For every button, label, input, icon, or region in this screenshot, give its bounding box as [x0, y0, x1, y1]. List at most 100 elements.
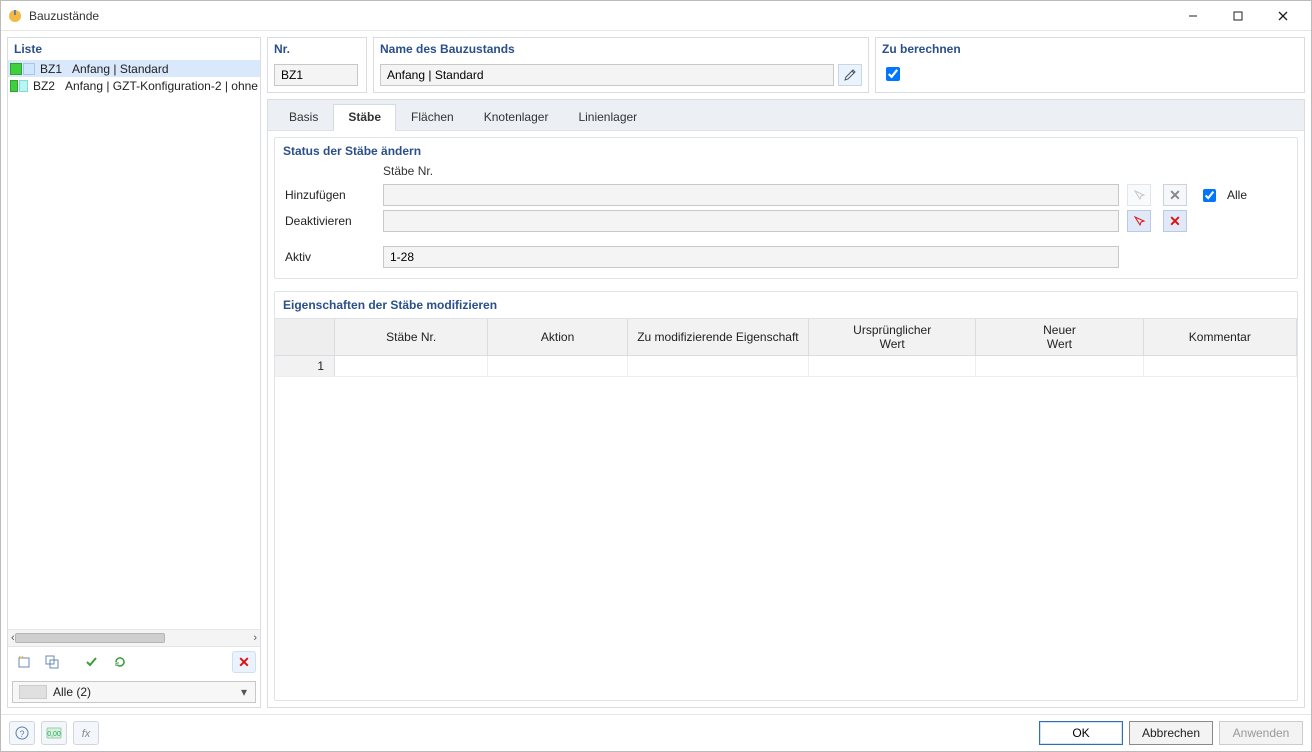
footer-tools: ? 0,00 fx	[9, 721, 99, 745]
name-label: Name des Bauzustands	[374, 38, 868, 60]
formula-icon: fx	[79, 726, 93, 740]
status-col-header: Stäbe Nr.	[383, 164, 1119, 180]
add-row-label: Hinzufügen	[285, 188, 375, 202]
cell-comment[interactable]	[1144, 356, 1297, 376]
table-body[interactable]: 1	[275, 356, 1297, 700]
x-icon: ✕	[1169, 214, 1181, 228]
item-name: Anfang | GZT-Konfiguration-2 | ohne	[65, 79, 258, 93]
tab-staebe[interactable]: Stäbe	[333, 104, 396, 131]
tab-basis[interactable]: Basis	[274, 104, 333, 130]
svg-text:fx: fx	[82, 728, 91, 740]
check-all-button[interactable]	[80, 651, 104, 673]
table-row[interactable]: 1	[275, 356, 1297, 377]
filter-swatch-icon	[19, 685, 47, 699]
active-members-display	[383, 246, 1119, 268]
list-toolbar: ✕	[8, 646, 260, 677]
app-icon	[7, 8, 23, 24]
item-id: BZ1	[40, 62, 68, 76]
pick-add-button[interactable]	[1127, 184, 1151, 206]
cell-new[interactable]	[976, 356, 1143, 376]
col-new: NeuerWert	[976, 319, 1143, 355]
modify-section-title: Eigenschaften der Stäbe modifizieren	[275, 292, 1297, 318]
alle-checkbox[interactable]	[1203, 189, 1216, 202]
formula-button[interactable]: fx	[73, 721, 99, 745]
right-column: Nr. Name des Bauzustands Zu berec	[267, 37, 1305, 708]
cancel-button[interactable]: Abbrechen	[1129, 721, 1213, 745]
name-panel: Name des Bauzustands	[373, 37, 869, 93]
col-original: UrsprünglicherWert	[809, 319, 976, 355]
add-members-input[interactable]	[383, 184, 1119, 206]
scroll-thumb[interactable]	[15, 633, 165, 643]
close-button[interactable]	[1260, 1, 1305, 31]
col-members: Stäbe Nr.	[335, 319, 488, 355]
cell-original[interactable]	[809, 356, 976, 376]
maximize-button[interactable]	[1215, 1, 1260, 31]
apply-button[interactable]: Anwenden	[1219, 721, 1303, 745]
deactivate-row-label: Deaktivieren	[285, 214, 375, 228]
delete-button[interactable]: ✕	[232, 651, 256, 673]
clear-add-button[interactable]: ✕	[1163, 184, 1187, 206]
horizontal-scrollbar[interactable]: ‹ ›	[8, 629, 260, 646]
footer-buttons: OK Abbrechen Anwenden	[1039, 721, 1303, 745]
pick-deactivate-button[interactable]	[1127, 210, 1151, 232]
dialog-footer: ? 0,00 fx OK Abbrechen Anwenden	[1, 714, 1311, 751]
calc-checkbox-input[interactable]	[886, 67, 900, 81]
list-panel: Liste BZ1 Anfang | Standard BZ2 Anfang |…	[7, 37, 261, 708]
dialog-window: Bauzustände Liste BZ1 Anfang | Standard	[0, 0, 1312, 752]
edit-name-button[interactable]	[838, 64, 862, 86]
filter-dropdown[interactable]: Alle (2) ▾	[12, 681, 256, 703]
cell-action[interactable]	[488, 356, 627, 376]
tab-linienlager[interactable]: Linienlager	[563, 104, 652, 130]
edit-icon	[843, 68, 857, 82]
copy-button[interactable]	[40, 651, 64, 673]
name-input[interactable]	[380, 64, 834, 86]
col-property: Zu modifizierende Eigenschaft	[628, 319, 809, 355]
ok-button[interactable]: OK	[1039, 721, 1123, 745]
color-swatch-icon	[23, 63, 35, 75]
calc-label: Zu berechnen	[876, 38, 1304, 60]
list-item[interactable]: BZ1 Anfang | Standard	[8, 60, 260, 77]
svg-text:?: ?	[19, 729, 24, 739]
left-column: Liste BZ1 Anfang | Standard BZ2 Anfang |…	[7, 37, 261, 708]
color-swatch-icon	[19, 80, 27, 92]
cell-property[interactable]	[628, 356, 809, 376]
nr-label: Nr.	[268, 38, 366, 60]
new-button[interactable]	[12, 651, 36, 673]
status-section-title: Status der Stäbe ändern	[275, 138, 1297, 164]
chevron-down-icon: ▾	[233, 685, 255, 699]
help-icon: ?	[15, 726, 29, 740]
tab-flaechen[interactable]: Flächen	[396, 104, 469, 130]
status-grid: Stäbe Nr. Hinzufügen ✕ Alle Deaktivieren	[275, 164, 1297, 278]
tab-knotenlager[interactable]: Knotenlager	[469, 104, 564, 130]
content-area: Liste BZ1 Anfang | Standard BZ2 Anfang |…	[1, 31, 1311, 714]
minimize-button[interactable]	[1170, 1, 1215, 31]
scroll-right-icon[interactable]: ›	[253, 632, 257, 644]
help-button[interactable]: ?	[9, 721, 35, 745]
row-index: 1	[275, 356, 335, 376]
tab-body: Status der Stäbe ändern Stäbe Nr. Hinzuf…	[268, 131, 1304, 707]
status-swatch-icon	[10, 80, 18, 92]
deactivate-members-input[interactable]	[383, 210, 1119, 232]
cell-members[interactable]	[335, 356, 488, 376]
state-list[interactable]: BZ1 Anfang | Standard BZ2 Anfang | GZT-K…	[8, 60, 260, 629]
col-action: Aktion	[488, 319, 627, 355]
row-number-header	[275, 319, 335, 355]
clear-deactivate-button[interactable]: ✕	[1163, 210, 1187, 232]
pick-icon	[1132, 188, 1146, 202]
list-item[interactable]: BZ2 Anfang | GZT-Konfiguration-2 | ohne	[8, 77, 260, 94]
refresh-button[interactable]	[108, 651, 132, 673]
x-icon: ✕	[1169, 188, 1181, 202]
filter-label: Alle (2)	[53, 685, 233, 699]
alle-label: Alle	[1227, 188, 1287, 202]
list-header: Liste	[8, 38, 260, 60]
item-id: BZ2	[33, 79, 61, 93]
nr-input[interactable]	[274, 64, 358, 86]
col-comment: Kommentar	[1144, 319, 1297, 355]
window-title: Bauzustände	[29, 9, 1170, 23]
pick-icon	[1132, 214, 1146, 228]
units-button[interactable]: 0,00	[41, 721, 67, 745]
calc-panel: Zu berechnen	[875, 37, 1305, 93]
calc-checkbox[interactable]	[882, 64, 903, 84]
item-name: Anfang | Standard	[72, 62, 169, 76]
header-fields-row: Nr. Name des Bauzustands Zu berec	[267, 37, 1305, 93]
